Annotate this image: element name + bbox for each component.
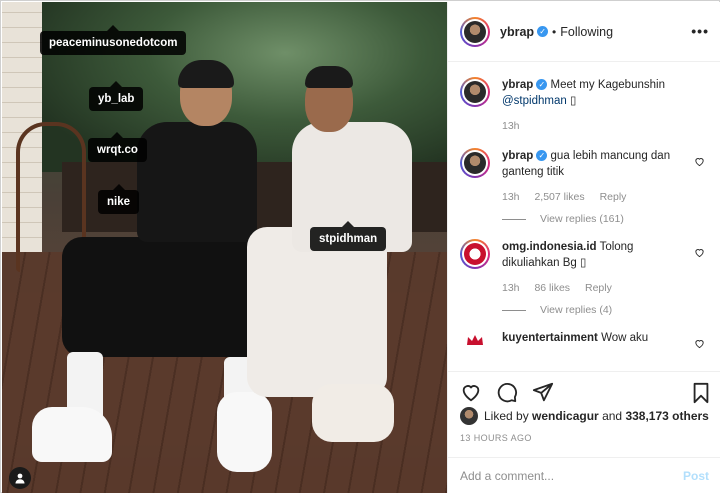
add-comment-bar: Post <box>448 457 720 493</box>
person-right-hair <box>305 66 353 88</box>
person-left-shoe <box>32 407 112 462</box>
heart-icon[interactable] <box>694 156 705 170</box>
comment-item: ybrap ✓ gua lebih mancung dan ganteng tit… <box>460 148 709 205</box>
reply-button[interactable]: Reply <box>585 282 612 294</box>
caption: ybrap ✓ Meet my Kagebunshin @stpidhman ▯ … <box>460 77 709 134</box>
photo-tag-stpidhman[interactable]: stpidhman <box>310 221 387 251</box>
likes-connector: and <box>602 409 623 423</box>
comment-text: Meet my Kagebunshin <box>550 79 665 91</box>
heart-icon[interactable] <box>694 247 705 261</box>
post-actions <box>448 371 720 411</box>
photo-tag-wrqt-co[interactable]: wrqt.co <box>88 132 147 162</box>
post-sidebar: ybrap ✓ • Following ••• ybrap ✓ Meet my K… <box>447 2 720 493</box>
comment-text: Wow aku <box>601 332 649 344</box>
comment-meta: 13h 86 likes Reply <box>502 280 685 296</box>
comment-item: omg.indonesia.id Tolong dikuliahkan Bg ▯… <box>460 239 709 296</box>
comment-likes[interactable]: 86 likes <box>534 282 570 294</box>
more-icon[interactable]: ••• <box>691 23 709 39</box>
comment-meta: 13h 2,507 likes Reply <box>502 189 685 205</box>
comment-username[interactable]: ybrap <box>502 150 533 162</box>
liked-by-user[interactable]: wendicagur <box>532 409 599 423</box>
verified-icon: ✓ <box>537 26 549 37</box>
photo-tag-yb-lab[interactable]: yb_lab <box>89 81 144 111</box>
avatar <box>460 407 478 425</box>
comment-username[interactable]: kuyentertainment <box>502 332 598 344</box>
comment-meta: 13h <box>502 118 685 134</box>
emoji: ▯ <box>569 95 577 107</box>
verified-icon: ✓ <box>536 150 548 161</box>
post-photo[interactable]: peaceminusonedotcom yb_lab wrqt.co nike … <box>2 2 447 493</box>
person-left-shoe <box>217 392 272 472</box>
likes-summary[interactable]: Liked by wendicagur and 338,173 others <box>460 407 709 425</box>
person-left-body <box>137 122 257 242</box>
view-replies-button[interactable]: View replies (161) <box>502 213 709 225</box>
bookmark-icon[interactable] <box>691 382 711 407</box>
comments-list[interactable]: ybrap ✓ Meet my Kagebunshin @stpidhman ▯ … <box>448 63 720 371</box>
avatar[interactable] <box>460 148 490 178</box>
person-left-legs <box>62 237 272 357</box>
share-icon[interactable] <box>532 381 554 403</box>
avatar[interactable] <box>460 77 490 107</box>
comment-item: kuyentertainment Wow aku <box>460 330 709 360</box>
reply-button[interactable]: Reply <box>600 191 627 203</box>
comment-username[interactable]: ybrap <box>502 79 533 91</box>
verified-icon: ✓ <box>536 79 548 90</box>
header-username[interactable]: ybrap <box>500 25 534 39</box>
post-modal: peaceminusonedotcom yb_lab wrqt.co nike … <box>0 0 720 493</box>
comment-icon[interactable] <box>496 381 518 403</box>
comment-time[interactable]: 13h <box>502 282 520 294</box>
photo-tag-nike[interactable]: nike <box>98 184 140 214</box>
avatar[interactable] <box>460 330 490 360</box>
person-right-shoe <box>312 384 394 442</box>
view-replies-button[interactable]: View replies (4) <box>502 304 709 316</box>
post-header: ybrap ✓ • Following ••• <box>448 2 720 62</box>
replies-divider <box>502 218 526 220</box>
avatar[interactable] <box>460 16 490 47</box>
comment-username[interactable]: omg.indonesia.id <box>502 241 597 253</box>
comment-likes[interactable]: 2,507 likes <box>534 191 584 203</box>
person-right-legs <box>247 227 387 397</box>
photo-tag-peaceminusonedotcom[interactable]: peaceminusonedotcom <box>40 25 187 55</box>
likes-others[interactable]: 338,173 others <box>625 409 708 423</box>
likes-prefix: Liked by <box>484 409 529 423</box>
replies-divider <box>502 309 526 311</box>
view-replies-label[interactable]: View replies (4) <box>540 304 612 316</box>
heart-icon[interactable] <box>460 381 482 403</box>
comment-time[interactable]: 13h <box>502 120 520 132</box>
post-button[interactable]: Post <box>683 469 709 483</box>
view-replies-label[interactable]: View replies (161) <box>540 213 624 225</box>
heart-icon[interactable] <box>694 338 705 352</box>
avatar[interactable] <box>460 239 490 269</box>
mention-link[interactable]: @stpidhman <box>502 95 567 107</box>
user-tag-icon[interactable] <box>9 467 31 489</box>
comment-time[interactable]: 13h <box>502 191 520 203</box>
following-button[interactable]: Following <box>560 25 613 39</box>
post-timestamp[interactable]: 13 HOURS AGO <box>460 433 532 443</box>
comment-input[interactable] <box>460 468 683 483</box>
header-separator: • <box>552 24 557 39</box>
